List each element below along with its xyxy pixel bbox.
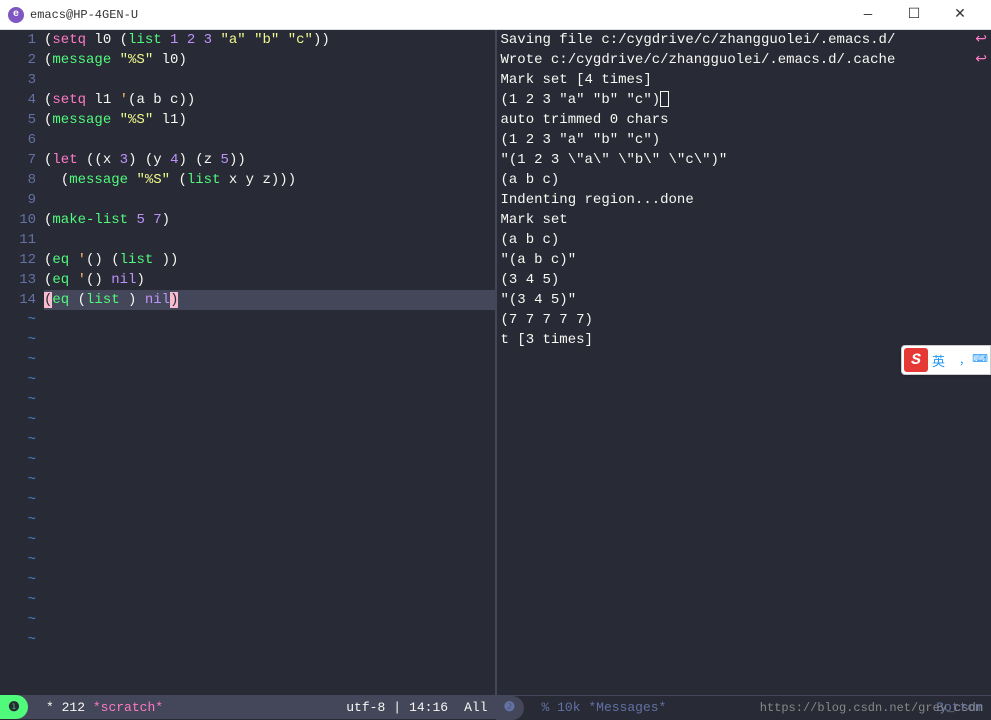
buffer-name: *scratch* <box>93 700 163 715</box>
minimize-button[interactable]: — <box>845 0 891 30</box>
window-number-indicator: ❶ <box>0 695 28 719</box>
ime-punct-icon[interactable]: ， <box>959 352 970 368</box>
encoding: utf-8 <box>338 700 393 715</box>
window-controls: — ☐ ✕ <box>845 0 983 30</box>
editor-area: 1234567891011121314~~~~~~~~~~~~~~~~~ (se… <box>0 30 991 695</box>
scroll-indicator: All <box>456 700 495 715</box>
app-icon: e <box>8 7 24 23</box>
titlebar: e emacs@HP-4GEN-U — ☐ ✕ <box>0 0 991 30</box>
close-button[interactable]: ✕ <box>937 0 983 30</box>
ime-keyboard-icon[interactable]: ⌨ <box>972 352 988 368</box>
watermark: https://blog.csdn.net/grey_csdn <box>760 701 983 715</box>
maximize-button[interactable]: ☐ <box>891 0 937 30</box>
buffer-info: % 10k *Messages* <box>534 700 675 715</box>
left-pane[interactable]: 1234567891011121314~~~~~~~~~~~~~~~~~ (se… <box>0 30 497 695</box>
cursor-position: 14:16 <box>401 700 456 715</box>
modified-indicator: * 212 *scratch* <box>38 700 171 715</box>
window-title: emacs@HP-4GEN-U <box>30 8 845 22</box>
messages-content[interactable]: Saving file c:/cygdrive/c/zhangguolei/.e… <box>497 30 991 350</box>
ime-logo-icon: S <box>904 348 928 372</box>
modeline-left[interactable]: ❶ * 212 *scratch* utf-8 | 14:16 All <box>0 695 496 719</box>
code-content[interactable]: (setq l0 (list 1 2 3 "a" "b" "c"))(messa… <box>44 30 495 650</box>
ime-widget[interactable]: S 英 ， ⌨ <box>901 345 991 375</box>
ime-language[interactable]: 英 <box>932 351 945 370</box>
line-gutter: 1234567891011121314~~~~~~~~~~~~~~~~~ <box>0 30 44 650</box>
buffer-name: *Messages* <box>588 700 666 715</box>
window-number-indicator: ❷ <box>496 696 524 720</box>
